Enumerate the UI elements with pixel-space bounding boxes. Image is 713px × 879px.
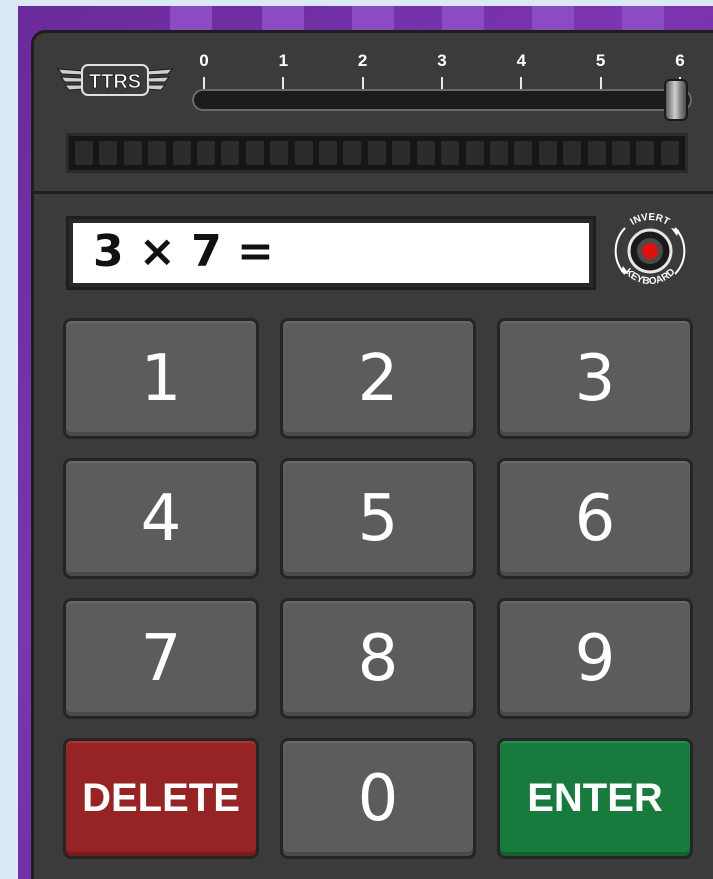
slider-tick-label: 1 <box>278 51 289 70</box>
invert-keyboard-button[interactable]: INVERT KEYBOARD <box>605 206 695 296</box>
key-7[interactable]: 7 <box>63 598 259 719</box>
slider-tick-label: 3 <box>437 51 447 70</box>
led-cell <box>489 141 508 165</box>
key-2[interactable]: 2 <box>280 318 476 439</box>
led-cell <box>416 141 435 165</box>
speed-slider-handle[interactable] <box>664 79 688 121</box>
question-text: 3 × 7 = <box>73 223 589 283</box>
led-cell <box>245 141 264 165</box>
led-cell <box>172 141 191 165</box>
background-tab <box>170 6 212 32</box>
background-tab <box>442 6 484 32</box>
slider-tick-label: 5 <box>595 51 606 70</box>
invert-label: INVERT <box>629 212 672 228</box>
key-4[interactable]: 4 <box>63 458 259 579</box>
slider-tick-label: 2 <box>357 51 368 70</box>
key-1[interactable]: 1 <box>63 318 259 439</box>
background-tab <box>262 6 304 32</box>
slider-scale: 0 1 2 3 4 5 6 <box>194 51 694 73</box>
led-cell <box>221 141 240 165</box>
led-cell <box>75 141 93 165</box>
delete-button[interactable]: DELETE <box>63 738 259 859</box>
background-tab <box>622 6 664 32</box>
ttrs-logo: TTRS <box>56 64 174 96</box>
led-cell <box>148 141 167 165</box>
led-cell <box>367 141 386 165</box>
background-tab <box>532 6 574 32</box>
slider-tick-label: 6 <box>675 51 685 70</box>
led-cell <box>319 141 338 165</box>
led-cell <box>465 141 484 165</box>
led-cell <box>636 141 655 165</box>
key-8[interactable]: 8 <box>280 598 476 719</box>
background-tab <box>352 6 394 32</box>
led-cell <box>660 141 679 165</box>
led-cell <box>563 141 582 165</box>
key-5[interactable]: 5 <box>280 458 476 579</box>
key-9[interactable]: 9 <box>497 598 693 719</box>
slider-tick-label: 4 <box>516 51 527 70</box>
top-panel: TTRS 0 1 2 3 4 5 6 <box>34 33 713 194</box>
led-cell <box>294 141 313 165</box>
logo-text: TTRS <box>89 71 141 93</box>
progress-led-bar <box>66 133 688 173</box>
keypad-device: TTRS 0123456 3 × 7 = INVERT KEYBOARD 1 2 <box>31 30 713 879</box>
led-cell <box>270 141 289 165</box>
led-cell <box>99 141 118 165</box>
key-6[interactable]: 6 <box>497 458 693 579</box>
led-cell <box>197 141 216 165</box>
slider-tick-label: 0 <box>199 51 209 70</box>
led-cell <box>441 141 460 165</box>
enter-button[interactable]: ENTER <box>497 738 693 859</box>
key-0[interactable]: 0 <box>280 738 476 859</box>
led-cell <box>611 141 630 165</box>
led-cell <box>392 141 411 165</box>
question-display: 3 × 7 = <box>66 216 596 290</box>
led-cell <box>587 141 606 165</box>
key-3[interactable]: 3 <box>497 318 693 439</box>
led-cell <box>538 141 557 165</box>
led-cell <box>514 141 533 165</box>
led-cell <box>123 141 142 165</box>
invert-indicator-light <box>642 243 658 259</box>
led-cell <box>343 141 362 165</box>
speed-slider-track[interactable] <box>192 89 692 111</box>
